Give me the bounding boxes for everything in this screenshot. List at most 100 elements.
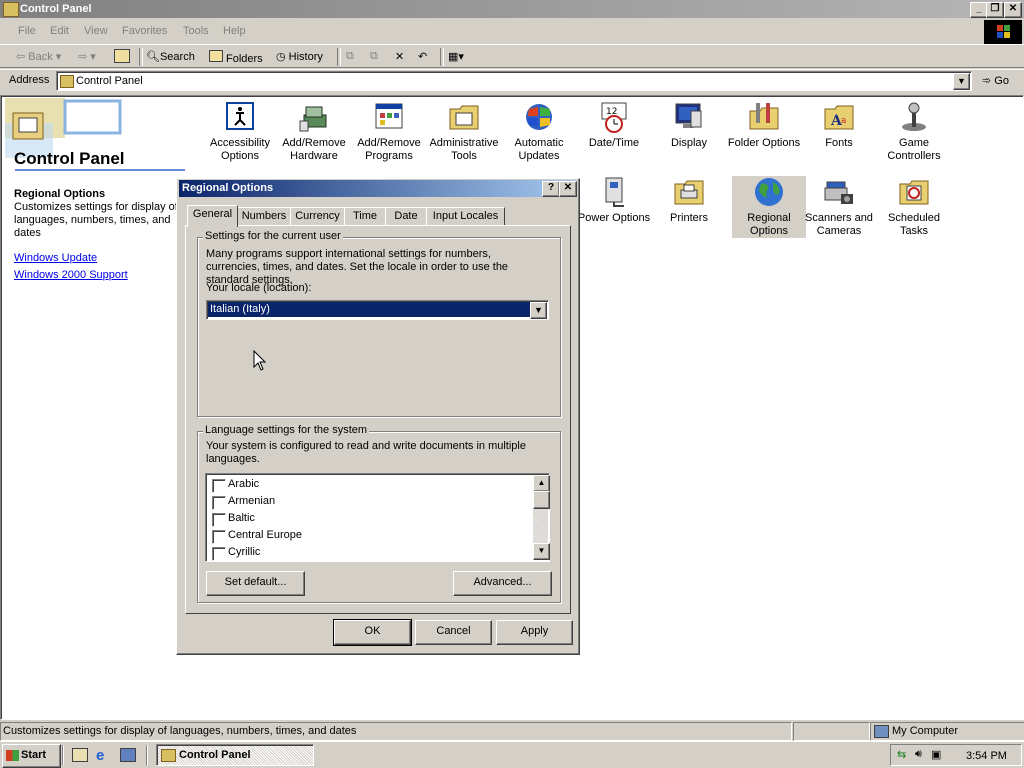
status-zone: My Computer — [870, 722, 1024, 741]
cancel-button[interactable]: Cancel — [415, 620, 492, 645]
folders-button[interactable]: Folders — [209, 50, 263, 65]
tray-app-icon[interactable]: ▣ — [931, 748, 941, 761]
scroll-up-button[interactable]: ▲ — [533, 475, 550, 492]
menu-favorites[interactable]: Favorites — [122, 25, 167, 37]
scrollbar-thumb[interactable] — [533, 491, 550, 509]
checkbox-arabic[interactable] — [212, 479, 226, 493]
accessibility-icon — [224, 101, 256, 133]
system-language-group-label: Language settings for the system — [203, 424, 370, 436]
up-folder-button[interactable] — [114, 49, 130, 66]
tasks-icon — [898, 176, 930, 208]
address-dropdown-button[interactable]: ▼ — [953, 73, 970, 90]
automatic-updates-item[interactable]: Automatic Updates — [502, 101, 576, 163]
checkbox-baltic[interactable] — [212, 513, 226, 527]
go-arrow-icon: ➾ — [982, 75, 995, 87]
advanced-button[interactable]: Advanced... — [453, 571, 552, 596]
game-controllers-item[interactable]: Game Controllers — [877, 101, 951, 163]
add-remove-programs-item[interactable]: Add/Remove Programs — [352, 101, 426, 163]
svg-text:a: a — [841, 116, 847, 126]
up-folder-icon — [114, 49, 130, 63]
updates-icon — [523, 101, 555, 133]
close-button[interactable]: ✕ — [1004, 2, 1022, 18]
ok-button[interactable]: OK — [333, 619, 412, 646]
tab-time[interactable]: Time — [344, 207, 386, 226]
menu-view[interactable]: View — [84, 25, 108, 37]
checkbox-cyrillic[interactable] — [212, 547, 226, 561]
start-button[interactable]: Start — [2, 744, 61, 768]
language-list: Arabic Armenian Baltic Central Europe Cy… — [205, 473, 550, 562]
power-options-item[interactable]: Power Options — [577, 176, 651, 225]
printer-icon — [673, 176, 705, 208]
tab-numbers[interactable]: Numbers — [237, 207, 291, 226]
current-user-group-label: Settings for the current user — [203, 230, 343, 242]
checkbox-armenian[interactable] — [212, 496, 226, 510]
copy-to-button[interactable]: ⧉ — [370, 50, 378, 63]
windows-update-link[interactable]: Windows Update — [14, 252, 97, 264]
display-item[interactable]: Display — [652, 101, 726, 150]
printers-item[interactable]: Printers — [652, 176, 726, 225]
sidebar-title: Control Panel — [14, 149, 125, 168]
folder-options-item[interactable]: Folder Options — [727, 101, 801, 150]
toolbar-separator — [337, 48, 341, 66]
undo-icon: ↶ — [418, 51, 428, 63]
move-to-icon: ⧉ — [346, 50, 354, 62]
forward-button[interactable]: ⇨ ▾ — [78, 50, 96, 63]
taskbar-separator — [62, 745, 64, 765]
views-button[interactable]: ▦▾ — [448, 50, 464, 63]
taskbar-control-panel-button[interactable]: Control Panel — [156, 744, 314, 766]
dialog-title-bar[interactable]: Regional Options ? ✕ — [179, 180, 577, 197]
restore-button[interactable]: ❐ — [986, 2, 1004, 18]
fonts-item[interactable]: Aa Fonts — [802, 101, 876, 150]
hardware-icon — [298, 101, 330, 133]
apply-button[interactable]: Apply — [496, 620, 573, 645]
move-to-button[interactable]: ⧉ — [346, 50, 354, 63]
dialog-help-button[interactable]: ? — [542, 181, 560, 197]
my-computer-icon — [874, 725, 889, 738]
windows-2000-support-link[interactable]: Windows 2000 Support — [14, 269, 128, 281]
zone-label: My Computer — [892, 725, 959, 737]
dialog-close-button[interactable]: ✕ — [559, 181, 577, 197]
window-title-bar[interactable]: Control Panel _ ❐ ✕ — [0, 0, 1024, 18]
volume-icon[interactable]: 🔊︎ — [915, 748, 922, 761]
show-desktop-icon[interactable] — [72, 748, 88, 762]
display-icon — [673, 101, 705, 133]
delete-button[interactable]: ✕ — [395, 50, 404, 63]
scanners-cameras-item[interactable]: Scanners and Cameras — [802, 176, 876, 238]
regional-options-item[interactable]: Regional Options — [732, 176, 806, 238]
menu-edit[interactable]: Edit — [50, 25, 69, 37]
locale-select[interactable]: Italian (Italy) ▼ — [206, 300, 549, 320]
back-button[interactable]: ⇦ Back ▾ — [16, 50, 61, 63]
tab-general[interactable]: General — [187, 205, 238, 227]
menu-tools[interactable]: Tools — [183, 25, 209, 37]
tab-date[interactable]: Date — [385, 207, 427, 226]
system-language-description: Your system is configured to read and wr… — [206, 440, 526, 465]
tab-input-locales[interactable]: Input Locales — [426, 207, 505, 226]
taskbar: Start e Control Panel ⇆ 🔊︎ ▣ 3:54 PM — [0, 741, 1024, 768]
date-time-item[interactable]: 12 Date/Time — [577, 101, 651, 150]
address-label: Address — [9, 74, 50, 86]
accessibility-options-item[interactable]: Accessibility Options — [203, 101, 277, 163]
add-remove-hardware-item[interactable]: Add/Remove Hardware — [277, 101, 351, 163]
scroll-down-button[interactable]: ▼ — [533, 543, 550, 560]
search-button[interactable]: 🔍︎Search — [146, 50, 195, 63]
search-icon: 🔍︎ — [146, 51, 160, 63]
locale-dropdown-button[interactable]: ▼ — [530, 302, 547, 319]
mouse-cursor-icon — [253, 349, 267, 375]
scheduled-tasks-item[interactable]: Scheduled Tasks — [877, 176, 951, 238]
address-field[interactable]: Control Panel ▼ — [56, 71, 972, 91]
undo-button[interactable]: ↶ — [418, 50, 427, 63]
set-default-button[interactable]: Set default... — [206, 571, 305, 596]
language-list-scrollbar[interactable]: ▲ ▼ — [533, 475, 550, 560]
network-icon[interactable]: ⇆ — [897, 748, 906, 761]
menu-file[interactable]: File — [18, 25, 36, 37]
tab-currency[interactable]: Currency — [290, 207, 345, 226]
windows-logo-icon — [984, 20, 1022, 44]
checkbox-central-europe[interactable] — [212, 530, 226, 544]
outlook-express-icon[interactable] — [120, 748, 136, 762]
administrative-tools-item[interactable]: Administrative Tools — [427, 101, 501, 163]
sidebar-section-title: Regional Options — [14, 188, 106, 200]
internet-explorer-icon[interactable]: e — [96, 747, 104, 764]
history-button[interactable]: ◷ History — [276, 50, 323, 63]
go-button[interactable]: ➾ Go — [982, 74, 1009, 87]
menu-help[interactable]: Help — [223, 25, 246, 37]
